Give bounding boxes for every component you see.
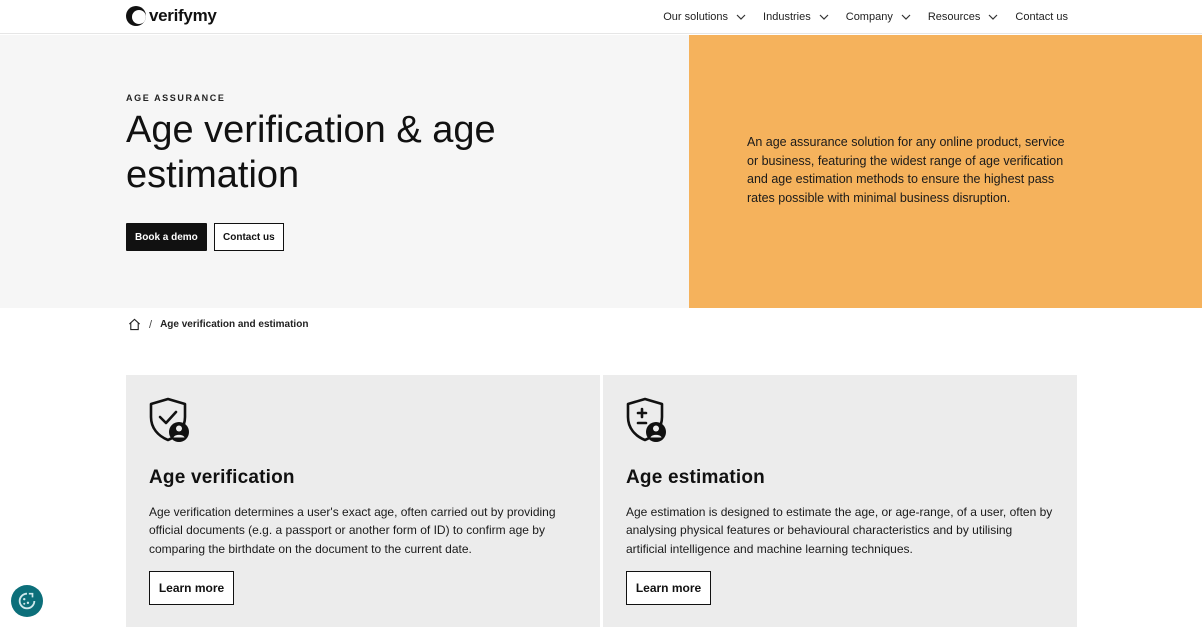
chevron-down-icon	[819, 14, 829, 20]
nav-label: Industries	[763, 11, 811, 23]
brand-name: verifymy	[149, 6, 217, 25]
nav-company[interactable]: Company	[846, 11, 911, 23]
nav-label: Company	[845, 11, 893, 23]
site-header: verifymy Our solutions Industries Compan…	[0, 0, 1202, 34]
breadcrumb: / Age verification and estimation	[128, 318, 308, 331]
chevron-down-icon	[736, 14, 746, 20]
breadcrumb-separator: /	[149, 318, 153, 331]
nav-our-solutions[interactable]: Our solutions	[663, 11, 746, 23]
refresh-cookie-icon	[18, 592, 36, 610]
nav-label: Resources	[927, 11, 981, 23]
nav-label: Our solutions	[663, 11, 729, 23]
main-nav: Our solutions Industries Company Resourc…	[663, 0, 1068, 34]
nav-label: Contact us	[1015, 11, 1068, 23]
logo-mark-icon	[126, 6, 146, 26]
age-estimation-card: Age estimation Age estimation is designe…	[603, 375, 1077, 627]
card-description: Age verification determines a user's exa…	[149, 505, 556, 556]
nav-industries[interactable]: Industries	[763, 11, 829, 23]
page-title: Age verification & age estimation	[126, 109, 496, 196]
card-title: Age verification	[149, 467, 295, 488]
brand-logo[interactable]: verifymy	[126, 6, 217, 26]
card-title: Age estimation	[626, 467, 765, 488]
chevron-down-icon	[988, 14, 998, 20]
shield-plus-user-icon	[626, 397, 666, 442]
home-icon[interactable]	[128, 318, 141, 331]
cookie-settings-button[interactable]	[11, 585, 43, 617]
book-demo-button[interactable]: Book a demo	[126, 223, 207, 251]
hero-eyebrow: AGE ASSURANCE	[126, 93, 226, 103]
nav-contact-us[interactable]: Contact us	[1015, 11, 1068, 23]
learn-more-button[interactable]: Learn more	[626, 571, 711, 605]
shield-check-user-icon	[149, 397, 189, 442]
learn-more-button[interactable]: Learn more	[149, 571, 234, 605]
nav-resources[interactable]: Resources	[928, 11, 999, 23]
card-description: Age estimation is designed to estimate t…	[626, 505, 1053, 556]
contact-us-button[interactable]: Contact us	[214, 223, 284, 251]
age-verification-card: Age verification Age verification determ…	[126, 375, 600, 627]
chevron-down-icon	[901, 14, 911, 20]
hero-description: An age assurance solution for any online…	[747, 135, 1065, 205]
breadcrumb-current[interactable]: Age verification and estimation	[160, 319, 308, 330]
